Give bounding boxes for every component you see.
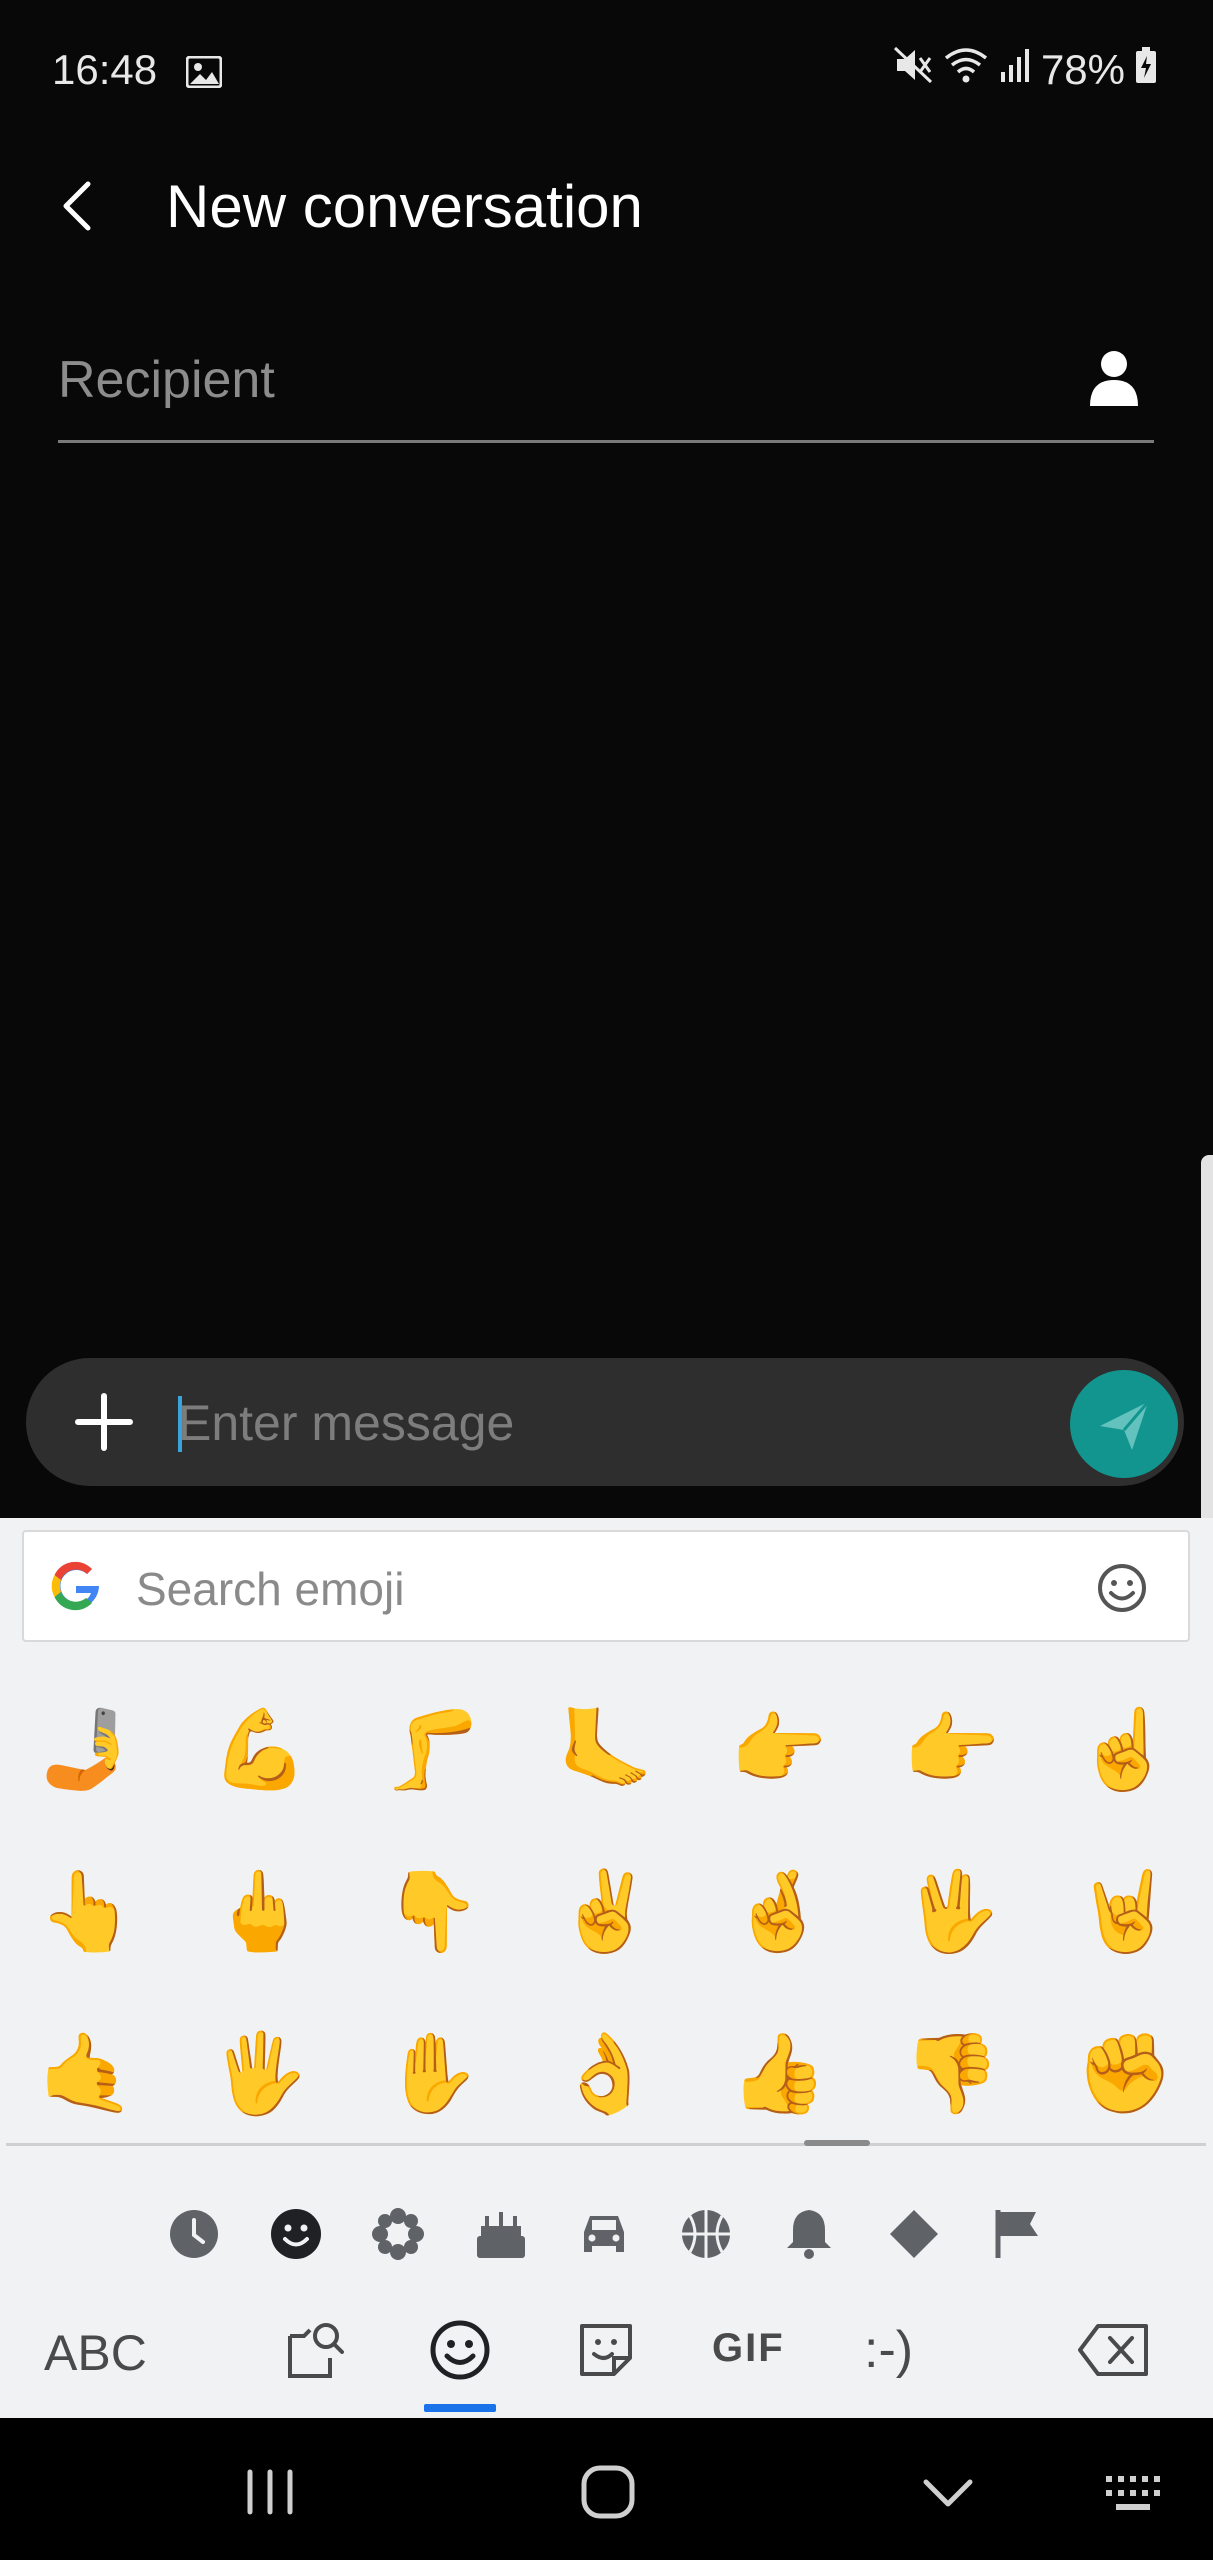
emoji-key[interactable]: 🖐️ [173, 1992, 346, 2154]
emoticon-search-icon[interactable] [1096, 1562, 1148, 1614]
recent-icon[interactable] [166, 2206, 222, 2262]
emoji-key[interactable]: ✊ [1038, 1992, 1211, 2154]
emoji-key[interactable]: 🖕 [173, 1830, 346, 1992]
gallery-icon [185, 55, 223, 89]
status-time: 16:48 [52, 46, 158, 93]
flags-icon[interactable] [990, 2206, 1046, 2262]
backspace-icon[interactable] [1076, 2318, 1152, 2382]
active-tab-indicator [424, 2404, 496, 2412]
emoji-key[interactable]: 👆 [0, 1830, 173, 1992]
send-icon [1100, 1401, 1150, 1450]
symbols-icon[interactable] [886, 2206, 942, 2262]
keyboard-bottom-row: ABC GIF :-) [0, 2302, 1213, 2412]
send-button[interactable] [1070, 1370, 1178, 1478]
emoji-keyboard: 🤳 💪 🦵 🦶 👉 👉 ☝️ 👆 🖕 👇 ✌️ 🤞 🖖 🤘 🤙 🖐️ ✋ 👌 👍… [0, 1518, 1213, 2418]
emoji-search-input[interactable] [134, 1556, 1038, 1622]
recents-icon[interactable] [240, 2462, 300, 2522]
navigation-bar [0, 2418, 1213, 2560]
activity-icon[interactable] [678, 2206, 734, 2262]
message-input[interactable] [176, 1386, 1060, 1460]
emoji-key[interactable]: ☝️ [1038, 1668, 1211, 1830]
battery-charging-icon [1135, 46, 1157, 94]
emoji-key[interactable]: 🤘 [1038, 1830, 1211, 1992]
emoji-key[interactable]: 👌 [519, 1992, 692, 2154]
smiley-icon[interactable] [268, 2206, 324, 2262]
emoji-tab-icon[interactable] [428, 2318, 492, 2382]
mute-icon [893, 46, 933, 94]
message-composer [26, 1358, 1184, 1486]
emoji-panel-divider [6, 2143, 1206, 2146]
emoji-key[interactable]: ✋ [346, 1992, 519, 2154]
emoji-scroll-indicator [804, 2140, 870, 2146]
recipient-placeholder: Recipient [58, 351, 275, 409]
nature-icon[interactable] [370, 2206, 426, 2262]
emoji-key[interactable]: 🤞 [692, 1830, 865, 1992]
abc-button[interactable]: ABC [44, 2324, 147, 2382]
emoji-key[interactable]: 🦶 [519, 1668, 692, 1830]
emoji-key[interactable]: 👇 [346, 1830, 519, 1992]
add-attachment-button[interactable] [72, 1390, 136, 1454]
status-right: 78% [893, 46, 1157, 94]
emoji-key[interactable]: 🖖 [865, 1830, 1038, 1992]
chevron-left-icon [63, 181, 91, 231]
objects-icon[interactable] [781, 2206, 837, 2262]
emoji-key[interactable]: 💪 [173, 1668, 346, 1830]
back-button[interactable] [52, 172, 112, 242]
emoji-category-bar [0, 2178, 1213, 2288]
emoticon-button[interactable]: :-) [864, 2320, 913, 2380]
keyboard-switch-icon[interactable] [1104, 2462, 1164, 2522]
emoji-grid: 🤳 💪 🦵 🦶 👉 👉 ☝️ 👆 🖕 👇 ✌️ 🤞 🖖 🤘 🤙 🖐️ ✋ 👌 👍… [0, 1668, 1213, 2154]
emoji-row: 🤙 🖐️ ✋ 👌 👍 👎 ✊ [0, 1992, 1213, 2154]
wifi-icon [943, 46, 989, 94]
emoji-key[interactable]: 👉 [865, 1668, 1038, 1830]
emoji-key[interactable]: 👍 [692, 1992, 865, 2154]
hide-keyboard-icon[interactable] [918, 2462, 978, 2522]
food-icon[interactable] [473, 2206, 529, 2262]
sticker-icon[interactable] [574, 2318, 638, 2382]
emoji-key[interactable]: 👎 [865, 1992, 1038, 2154]
home-icon[interactable] [578, 2462, 638, 2522]
plus-icon [75, 1393, 133, 1451]
signal-icon [999, 46, 1031, 94]
emoji-key[interactable]: ✌️ [519, 1830, 692, 1992]
emoji-search-box[interactable] [22, 1530, 1190, 1642]
gif-button[interactable]: GIF [712, 2326, 785, 2371]
recipient-field[interactable]: Recipient [58, 340, 1154, 443]
emoji-key[interactable]: 🤙 [0, 1992, 173, 2154]
sticker-search-icon[interactable] [284, 2318, 348, 2382]
emoji-key[interactable]: 🤳 [0, 1668, 173, 1830]
person-icon[interactable] [1086, 348, 1142, 410]
emoji-key[interactable]: 🦵 [346, 1668, 519, 1830]
emoji-key[interactable]: 👉 [692, 1668, 865, 1830]
google-logo-icon [46, 1556, 106, 1616]
travel-icon[interactable] [576, 2206, 632, 2262]
emoji-row: 🤳 💪 🦵 🦶 👉 👉 ☝️ [0, 1668, 1213, 1830]
emoji-row: 👆 🖕 👇 ✌️ 🤞 🖖 🤘 [0, 1830, 1213, 1992]
battery-text: 78% [1040, 46, 1125, 93]
page-title: New conversation [166, 173, 643, 240]
